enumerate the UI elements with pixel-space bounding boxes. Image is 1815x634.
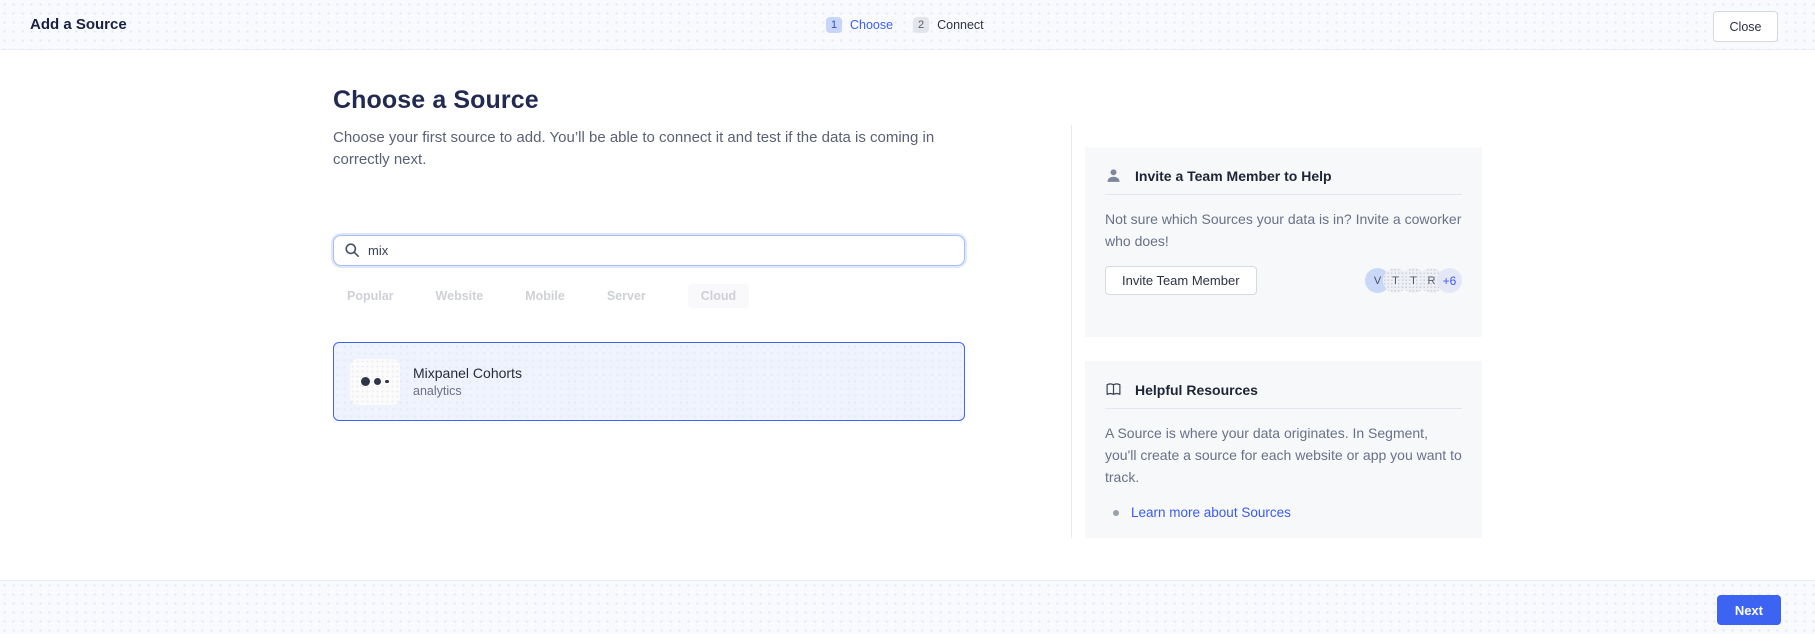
result-category: analytics xyxy=(413,384,522,398)
section-heading: Choose a Source xyxy=(333,86,965,115)
invite-panel-body: Not sure which Sources your data is in? … xyxy=(1105,208,1462,252)
sidebar-divider xyxy=(1071,125,1072,538)
tab-server[interactable]: Server xyxy=(607,284,646,308)
resources-panel-body: A Source is where your data originates. … xyxy=(1105,422,1462,488)
invite-team-member-button[interactable]: Invite Team Member xyxy=(1105,266,1257,295)
mixpanel-dots-icon xyxy=(350,359,400,405)
section-description: Choose your first source to add. You’ll … xyxy=(333,127,965,170)
page-title: Add a Source xyxy=(30,0,127,50)
result-text: Mixpanel Cohorts analytics xyxy=(413,365,522,398)
step-1-badge: 1 xyxy=(826,17,842,33)
next-button[interactable]: Next xyxy=(1717,595,1781,625)
book-icon xyxy=(1105,381,1122,398)
category-tabs: Popular Website Mobile Server Cloud xyxy=(347,283,965,309)
search-icon xyxy=(344,242,360,258)
tab-cloud[interactable]: Cloud xyxy=(688,284,749,308)
invite-row: Invite Team Member V T T R +6 xyxy=(1105,266,1462,295)
invite-panel-title: Invite a Team Member to Help xyxy=(1135,168,1332,184)
result-title: Mixpanel Cohorts xyxy=(413,365,522,381)
footer-bar: Next xyxy=(0,580,1815,634)
resource-link-row: Learn more about Sources xyxy=(1105,505,1462,520)
step-2-badge: 2 xyxy=(913,17,929,33)
step-2-connect[interactable]: Connect xyxy=(937,18,984,32)
learn-more-sources-link[interactable]: Learn more about Sources xyxy=(1131,505,1291,520)
source-result-mixpanel-cohorts[interactable]: Mixpanel Cohorts analytics xyxy=(333,342,965,421)
main-content: Choose a Source Choose your first source… xyxy=(333,50,965,421)
resources-panel-title: Helpful Resources xyxy=(1135,382,1258,398)
search-input[interactable] xyxy=(333,235,965,266)
invite-panel-header: Invite a Team Member to Help xyxy=(1105,147,1462,189)
resources-panel-header: Helpful Resources xyxy=(1105,361,1462,403)
source-search xyxy=(333,235,965,266)
wizard-steps: 1 Choose 2 Connect xyxy=(826,0,984,50)
divider xyxy=(1105,408,1462,409)
step-1-choose[interactable]: Choose xyxy=(850,18,893,32)
avatar-more-badge: +6 xyxy=(1437,268,1462,293)
tab-popular[interactable]: Popular xyxy=(347,284,394,308)
tab-mobile[interactable]: Mobile xyxy=(525,284,565,308)
bullet xyxy=(1113,510,1119,516)
avatar-stack: V T T R +6 xyxy=(1365,268,1462,293)
invite-panel: Invite a Team Member to Help Not sure wh… xyxy=(1085,147,1482,337)
close-button[interactable]: Close xyxy=(1713,11,1778,42)
person-icon xyxy=(1105,167,1122,184)
tab-website[interactable]: Website xyxy=(436,284,484,308)
divider xyxy=(1105,194,1462,195)
resources-panel: Helpful Resources A Source is where your… xyxy=(1085,361,1482,538)
header-bar: Add a Source 1 Choose 2 Connect Close xyxy=(0,0,1815,50)
